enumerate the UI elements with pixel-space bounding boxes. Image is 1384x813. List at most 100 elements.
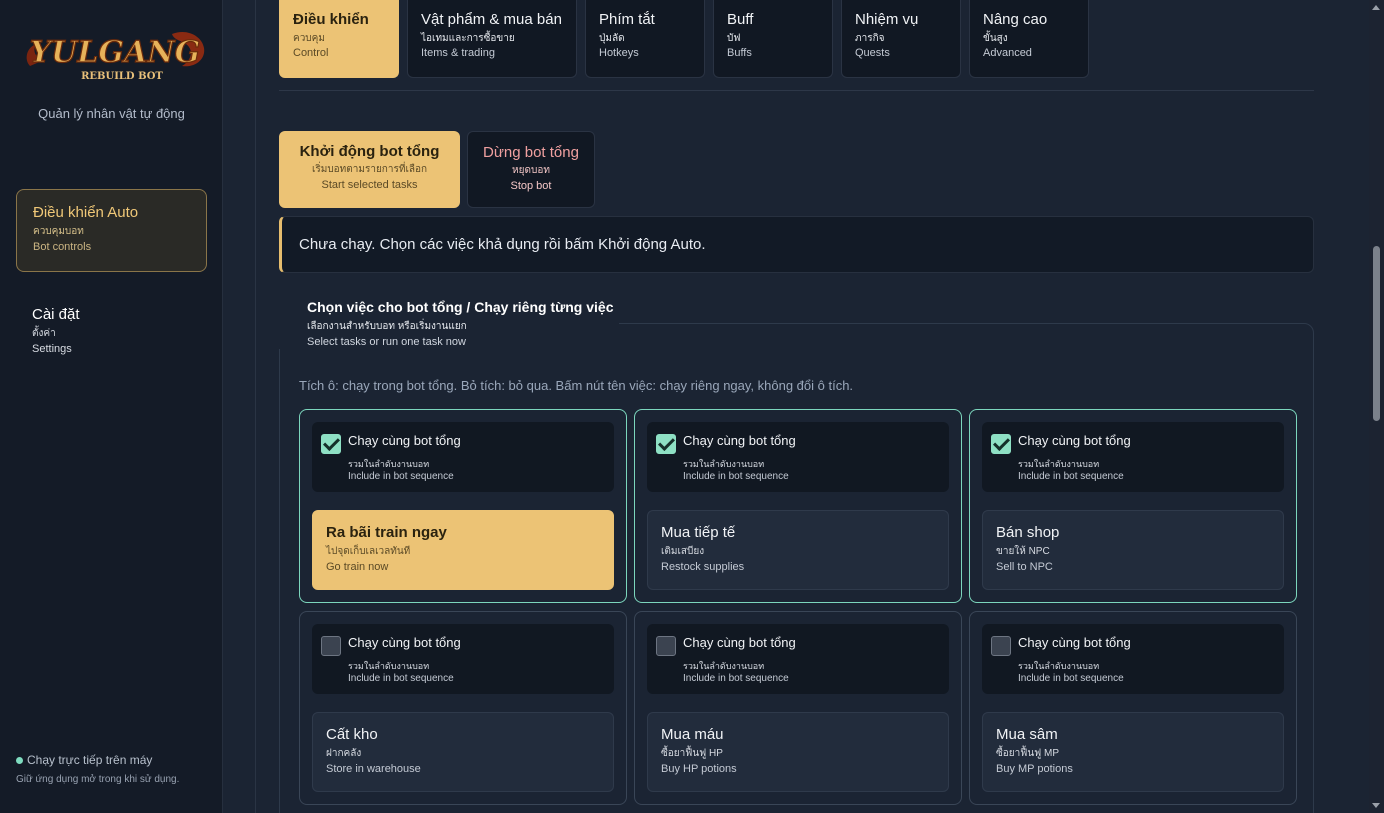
include-label-en: Include in bot sequence bbox=[348, 471, 454, 482]
tagline: Quản lý nhân vật tự động bbox=[38, 106, 185, 121]
include-checkbox[interactable] bbox=[991, 434, 1011, 454]
status-panel: Chạy trực tiếp trên máy Giữ ứng dụng mở … bbox=[16, 753, 216, 785]
section-title-thai: เลือกงานสำหรับบอท หรือเริ่มงานแยก bbox=[307, 321, 467, 332]
task-label-en: Buy MP potions bbox=[996, 763, 1073, 775]
task-section-legend: Chọn việc cho bot tổng / Chạy riêng từng… bbox=[279, 295, 619, 349]
scroll-up-icon[interactable] bbox=[1372, 5, 1380, 10]
include-label-thai: รวมในลำดับงานบอท bbox=[683, 661, 765, 671]
main-panel: Điều khiển ควบคุม Control Vật phẩm & mua… bbox=[255, 0, 1336, 813]
divider bbox=[279, 90, 1314, 91]
task-button-warehouse[interactable]: Cất kho ฝากคลัง Store in warehouse bbox=[312, 712, 614, 792]
tab-label-thai: ไอเทมและการซื้อขาย bbox=[421, 33, 515, 44]
task-label-en: Buy HP potions bbox=[661, 763, 737, 775]
include-checkbox[interactable] bbox=[321, 434, 341, 454]
task-button-restock[interactable]: Mua tiếp tế เติมเสบียง Restock supplies bbox=[647, 510, 949, 590]
task-label: Mua tiếp tế bbox=[661, 524, 736, 541]
include-label-thai: รวมในลำดับงานบอท bbox=[1018, 459, 1100, 469]
yulgang-logo: YULGANG REBUILD BOT bbox=[26, 31, 205, 82]
tab-advanced[interactable]: Nâng cao ขั้นสูง Advanced bbox=[969, 0, 1089, 78]
section-title: Chọn việc cho bot tổng / Chạy riêng từng… bbox=[307, 299, 614, 315]
include-label: Chạy cùng bot tổng bbox=[1018, 635, 1131, 650]
task-card: Chạy cùng bot tổng รวมในลำดับงานบอท Incl… bbox=[969, 611, 1297, 805]
include-label: Chạy cùng bot tổng bbox=[683, 433, 796, 448]
tab-label: Phím tắt bbox=[599, 11, 655, 28]
svg-text:REBUILD BOT: REBUILD BOT bbox=[81, 71, 163, 82]
include-toggle[interactable]: Chạy cùng bot tổng รวมในลำดับงานบอท Incl… bbox=[647, 422, 949, 492]
vertical-scrollbar[interactable] bbox=[1369, 0, 1384, 813]
task-label-en: Go train now bbox=[326, 561, 389, 573]
include-toggle[interactable]: Chạy cùng bot tổng รวมในลำดับงานบอท Incl… bbox=[982, 422, 1284, 492]
button-label-en: Start selected tasks bbox=[321, 179, 418, 191]
status-dot-icon bbox=[16, 756, 23, 764]
task-label-thai: ฝากคลัง bbox=[326, 748, 362, 759]
include-label: Chạy cùng bot tổng bbox=[683, 635, 796, 650]
include-label-en: Include in bot sequence bbox=[683, 673, 789, 684]
include-checkbox[interactable] bbox=[991, 636, 1011, 656]
tab-label: Điều khiển bbox=[293, 11, 369, 28]
tab-label-en: Buffs bbox=[727, 47, 752, 59]
task-card: Chạy cùng bot tổng รวมในลำดับงานบอท Incl… bbox=[969, 409, 1297, 603]
task-label: Ra bãi train ngay bbox=[326, 524, 447, 541]
tab-label: Nâng cao bbox=[983, 11, 1048, 28]
task-card: Chạy cùng bot tổng รวมในลำดับงานบอท Incl… bbox=[299, 611, 627, 805]
task-card: Chạy cùng bot tổng รวมในลำดับงานบอท Incl… bbox=[299, 409, 627, 603]
task-button-buy-hp[interactable]: Mua máu ซื้อยาฟื้นฟู HP Buy HP potions bbox=[647, 712, 949, 792]
task-label: Mua sâm bbox=[996, 726, 1058, 743]
svg-text:YULGANG: YULGANG bbox=[30, 35, 201, 70]
nav-label-en: Bot controls bbox=[33, 241, 92, 253]
include-label-en: Include in bot sequence bbox=[683, 471, 789, 482]
include-label-thai: รวมในลำดับงานบอท bbox=[348, 661, 430, 671]
task-label-en: Store in warehouse bbox=[326, 763, 421, 775]
nav-label: Điều khiển Auto bbox=[33, 204, 139, 221]
task-label-thai: ซื้อยาฟื้นฟู MP bbox=[996, 748, 1060, 759]
task-card: Chạy cùng bot tổng รวมในลำดับงานบอท Incl… bbox=[634, 611, 962, 805]
include-label-thai: รวมในลำดับงานบอท bbox=[1018, 661, 1100, 671]
include-label-en: Include in bot sequence bbox=[1018, 471, 1124, 482]
include-checkbox[interactable] bbox=[656, 636, 676, 656]
include-toggle[interactable]: Chạy cùng bot tổng รวมในลำดับงานบอท Incl… bbox=[647, 624, 949, 694]
task-button-buy-mp[interactable]: Mua sâm ซื้อยาฟื้นฟู MP Buy MP potions bbox=[982, 712, 1284, 792]
scroll-down-icon[interactable] bbox=[1372, 803, 1380, 808]
include-checkbox[interactable] bbox=[656, 434, 676, 454]
include-toggle[interactable]: Chạy cùng bot tổng รวมในลำดับงานบอท Incl… bbox=[982, 624, 1284, 694]
task-label-en: Restock supplies bbox=[661, 561, 745, 573]
nav-item-settings[interactable]: Cài đặt ตั้งค่า Settings bbox=[16, 292, 207, 375]
button-label: Khởi động bot tổng bbox=[299, 143, 440, 160]
task-button-sell-shop[interactable]: Bán shop ขายให้ NPC Sell to NPC bbox=[982, 510, 1284, 590]
include-toggle[interactable]: Chạy cùng bot tổng รวมในลำดับงานบอท Incl… bbox=[312, 422, 614, 492]
include-label: Chạy cùng bot tổng bbox=[348, 635, 461, 650]
stop-bot-button[interactable]: Dừng bot tổng หยุดบอท Stop bot bbox=[467, 131, 595, 208]
include-label-thai: รวมในลำดับงานบอท bbox=[348, 459, 430, 469]
tab-label: Buff bbox=[727, 11, 754, 28]
task-label-thai: ซื้อยาฟื้นฟู HP bbox=[661, 748, 723, 759]
nav-label-thai: ตั้งค่า bbox=[32, 328, 56, 339]
tab-hotkeys[interactable]: Phím tắt ปุ่มลัด Hotkeys bbox=[585, 0, 705, 78]
nav-label-thai: ควบคุมบอท bbox=[33, 226, 84, 237]
scrollbar-thumb[interactable] bbox=[1373, 246, 1380, 421]
include-label-en: Include in bot sequence bbox=[348, 673, 454, 684]
include-label-en: Include in bot sequence bbox=[1018, 673, 1124, 684]
task-label: Mua máu bbox=[661, 726, 724, 743]
tab-quests[interactable]: Nhiệm vụ ภารกิจ Quests bbox=[841, 0, 961, 78]
task-label-thai: ขายให้ NPC bbox=[996, 546, 1050, 557]
tab-label-en: Control bbox=[293, 47, 329, 59]
button-label: Dừng bot tổng bbox=[483, 144, 579, 161]
task-label-thai: เติมเสบียง bbox=[661, 546, 705, 557]
tab-label-en: Hotkeys bbox=[599, 47, 639, 59]
tab-label-thai: ควบคุม bbox=[293, 33, 325, 44]
include-toggle[interactable]: Chạy cùng bot tổng รวมในลำดับงานบอท Incl… bbox=[312, 624, 614, 694]
status-notice: Chưa chạy. Chọn các việc khả dụng rồi bấ… bbox=[279, 216, 1314, 273]
button-label-thai: หยุดบอท bbox=[512, 165, 550, 176]
include-checkbox[interactable] bbox=[321, 636, 341, 656]
status-note: Giữ ứng dụng mở trong khi sử dụng. bbox=[16, 774, 180, 785]
task-button-go-train[interactable]: Ra bãi train ngay ไปจุดเก็บเลเวลทันที Go… bbox=[312, 510, 614, 590]
tab-buffs[interactable]: Buff บัฟ Buffs bbox=[713, 0, 833, 78]
tab-label-en: Items & trading bbox=[421, 47, 495, 59]
tab-items-trading[interactable]: Vật phẩm & mua bán ไอเทมและการซื้อขาย It… bbox=[407, 0, 577, 78]
include-label: Chạy cùng bot tổng bbox=[1018, 433, 1131, 448]
include-label: Chạy cùng bot tổng bbox=[348, 433, 461, 448]
start-bot-button[interactable]: Khởi động bot tổng เริ่มบอทตามรายการที่เ… bbox=[279, 131, 460, 208]
tab-control[interactable]: Điều khiển ควบคุม Control bbox=[279, 0, 399, 78]
nav-item-auto-control[interactable]: Điều khiển Auto ควบคุมบอท Bot controls bbox=[16, 189, 207, 272]
task-label-en: Sell to NPC bbox=[996, 561, 1053, 573]
